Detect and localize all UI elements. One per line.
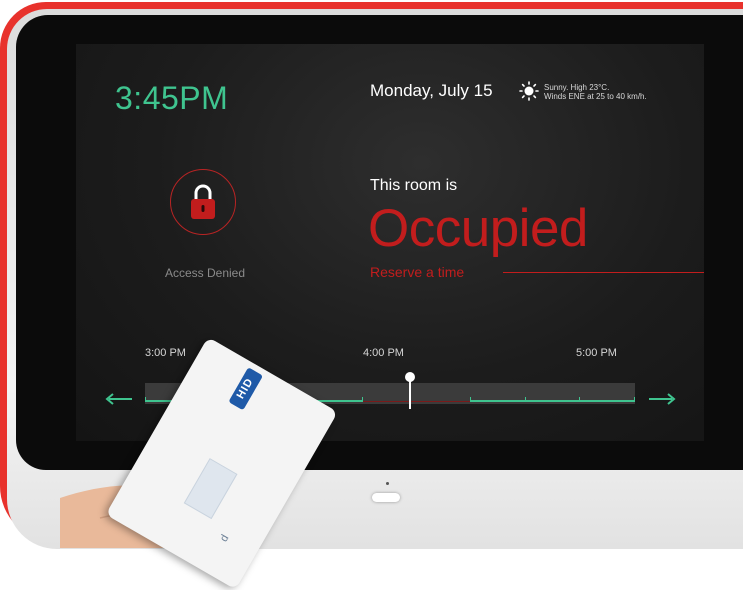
arrow-right-icon[interactable] [648,393,676,405]
card-brand-logo: HID [228,367,264,411]
lock-icon [191,184,215,219]
slot-tick [579,397,580,402]
available-slot[interactable] [470,400,635,402]
slot-tick [634,397,635,402]
room-label: This room is [370,177,458,194]
slot-tick [145,397,146,402]
slot-tick [525,397,526,402]
access-status-badge [170,169,236,235]
busy-slot [363,401,470,402]
weather-forecast: Sunny. High 23°C. Winds ENE at 25 to 40 … [544,83,704,101]
sun-icon [519,81,539,101]
divider-line [503,272,704,273]
timeline-tick: 3:00 PM [145,347,186,359]
room-display-screen: 3:45PM Monday, July 15 Sunny. High 23°C.… [76,44,704,441]
camera-icon [386,482,389,485]
card-chip [183,458,238,520]
clock: 3:45PM [115,80,229,116]
timeline-tick: 4:00 PM [363,347,404,359]
date: Monday, July 15 [370,81,493,100]
home-button[interactable] [372,493,400,502]
weather-line-1: Sunny. High 23°C. [544,83,610,92]
slot-tick [362,397,363,402]
access-status-text: Access Denied [164,266,246,280]
reserve-time-button[interactable]: Reserve a time [370,264,464,280]
slot-tick [470,397,471,402]
timeline-tick: 5:00 PM [576,347,617,359]
card-edge-text: d [217,532,232,544]
current-time-knob [405,372,415,382]
arrow-left-icon[interactable] [105,393,133,405]
weather-line-2: Winds ENE at 25 to 40 km/h. [544,92,647,101]
room-status: Occupied [368,199,588,258]
